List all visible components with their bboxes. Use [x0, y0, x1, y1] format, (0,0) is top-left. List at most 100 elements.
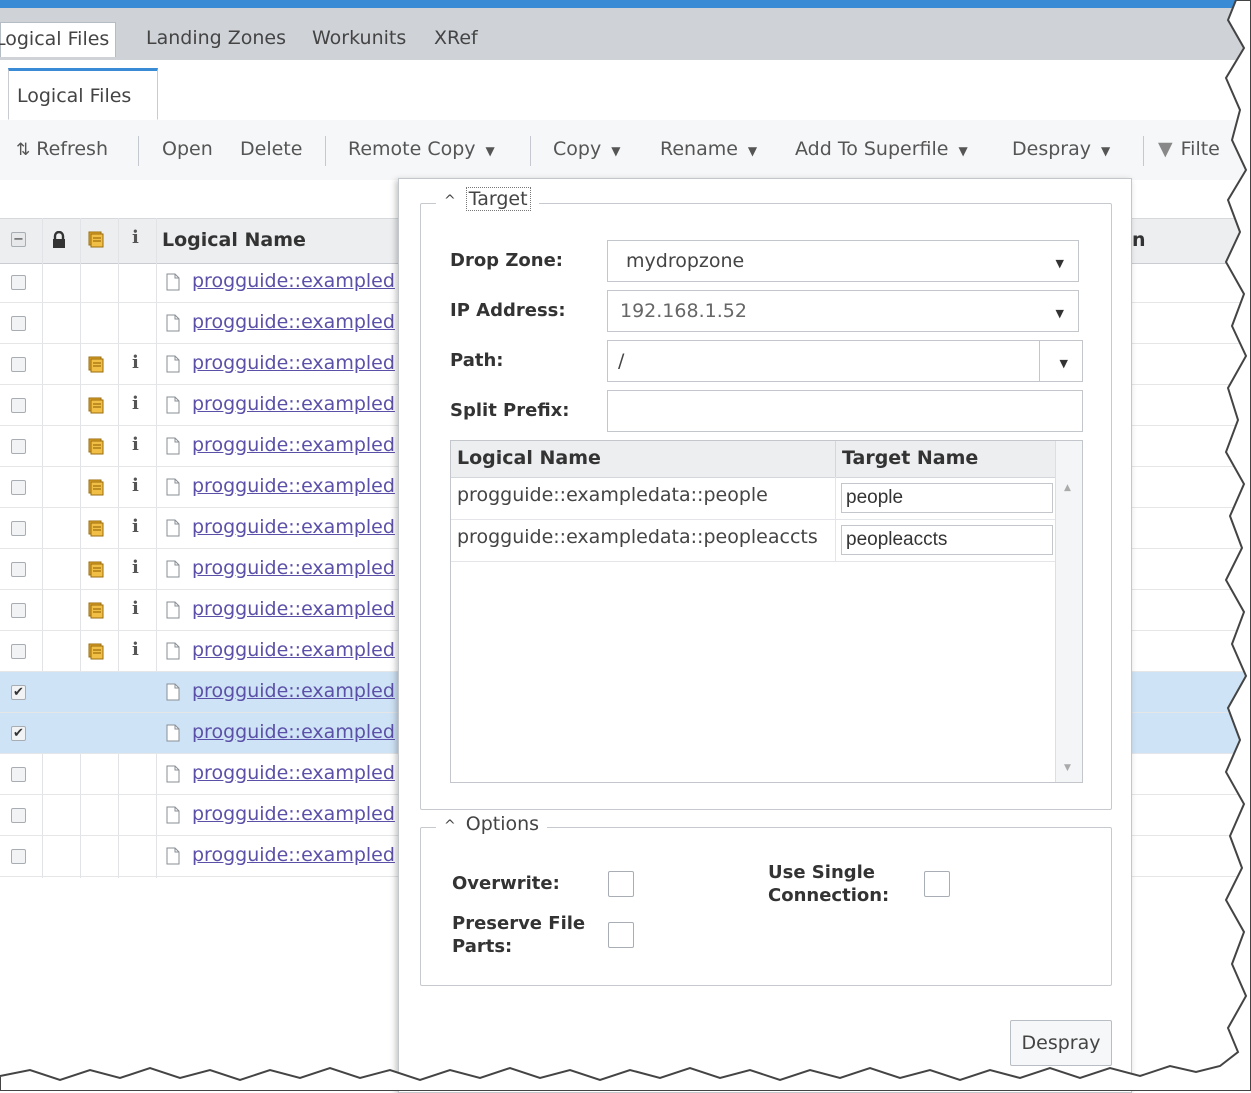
logical-file-link[interactable]: progguide::exampled: [192, 844, 395, 866]
info-icon[interactable]: i: [132, 393, 139, 414]
despray-button[interactable]: Despray: [1010, 1020, 1112, 1066]
rename-button[interactable]: Rename ▼: [660, 138, 757, 160]
row-checkbox[interactable]: [11, 603, 26, 618]
preserve-file-parts-checkbox[interactable]: [608, 922, 634, 948]
scroll-up-icon[interactable]: ▲: [1064, 483, 1071, 493]
chevron-down-icon: ▼: [958, 144, 968, 158]
logical-file-link[interactable]: progguide::exampled: [192, 721, 395, 743]
drop-zone-value: mydropzone: [626, 250, 745, 272]
row-checkbox[interactable]: ✔: [11, 726, 26, 741]
row-checkbox[interactable]: [11, 398, 26, 413]
overwrite-checkbox[interactable]: [608, 871, 634, 897]
column-header-logical-name[interactable]: Logical Name: [457, 447, 601, 469]
delete-button[interactable]: Delete: [240, 138, 302, 160]
lock-icon: [51, 230, 67, 249]
file-icon: [166, 601, 180, 619]
options-legend[interactable]: ^ Options: [436, 813, 548, 835]
tab-logical-files[interactable]: Logical Files: [0, 22, 117, 57]
stack-icon: [88, 519, 106, 537]
window-top-accent: [0, 0, 1251, 8]
row-checkbox[interactable]: [11, 808, 26, 823]
path-combo[interactable]: / ▼: [607, 340, 1083, 382]
target-name-input[interactable]: [841, 483, 1053, 513]
logical-file-link[interactable]: progguide::exampled: [192, 352, 395, 374]
info-icon[interactable]: i: [132, 598, 139, 619]
tab-label: Logical Files: [0, 28, 110, 50]
row-checkbox[interactable]: [11, 521, 26, 536]
logical-file-link[interactable]: progguide::exampled: [192, 270, 395, 292]
row-checkbox[interactable]: [11, 275, 26, 290]
select-all-checkbox[interactable]: −: [11, 232, 26, 247]
path-label: Path:: [450, 350, 504, 371]
info-icon[interactable]: i: [132, 475, 139, 496]
row-checkbox[interactable]: [11, 767, 26, 782]
column-header-target-name[interactable]: Target Name: [842, 447, 978, 469]
file-icon: [166, 519, 180, 537]
stack-header-icon: [88, 230, 106, 248]
split-prefix-input[interactable]: [607, 390, 1083, 432]
sub-tab-bar: Logical Files: [0, 60, 1251, 121]
add-to-superfile-label: Add To Superfile: [795, 138, 949, 160]
tab-workunits[interactable]: Workunits: [306, 22, 412, 54]
logical-file-link[interactable]: progguide::exampled: [192, 680, 395, 702]
chevron-up-icon: ^: [444, 818, 456, 834]
filter-button[interactable]: ▼ Filte: [1158, 138, 1220, 160]
ip-address-value: 192.168.1.52: [620, 300, 747, 322]
ip-address-label: IP Address:: [450, 300, 566, 321]
info-icon[interactable]: i: [132, 516, 139, 537]
logical-file-link[interactable]: progguide::exampled: [192, 475, 395, 497]
refresh-button[interactable]: ⇅ Refresh: [16, 138, 108, 160]
scroll-down-icon[interactable]: ▼: [1064, 763, 1071, 773]
logical-file-link[interactable]: progguide::exampled: [192, 516, 395, 538]
logical-name-cell: progguide::exampledata::people: [457, 484, 768, 506]
logical-file-link[interactable]: progguide::exampled: [192, 393, 395, 415]
row-checkbox[interactable]: [11, 439, 26, 454]
tab-landing-zones[interactable]: Landing Zones: [140, 22, 292, 54]
logical-file-link[interactable]: progguide::exampled: [192, 639, 395, 661]
refresh-label: Refresh: [36, 138, 109, 160]
info-icon[interactable]: i: [132, 434, 139, 455]
ip-address-select[interactable]: 192.168.1.52 ▼: [607, 290, 1079, 332]
subtab-logical-files[interactable]: Logical Files: [8, 68, 158, 120]
logical-file-link[interactable]: progguide::exampled: [192, 434, 395, 456]
target-files-table: Logical Name Target Name progguide::exam…: [450, 440, 1083, 783]
row-checkbox[interactable]: [11, 357, 26, 372]
row-checkbox[interactable]: [11, 849, 26, 864]
column-divider: [835, 519, 836, 561]
use-single-connection-checkbox[interactable]: [924, 871, 950, 897]
column-header-logical-name[interactable]: Logical Name: [162, 229, 306, 251]
row-checkbox[interactable]: [11, 562, 26, 577]
info-icon[interactable]: i: [132, 557, 139, 578]
info-icon[interactable]: i: [132, 639, 139, 660]
drop-zone-select[interactable]: mydropzone ▼: [607, 240, 1079, 282]
logical-file-link[interactable]: progguide::exampled: [192, 557, 395, 579]
file-icon: [166, 806, 180, 824]
remote-copy-button[interactable]: Remote Copy ▼: [348, 138, 495, 160]
toolbar-divider: [530, 136, 531, 166]
row-checkbox[interactable]: [11, 316, 26, 331]
tab-xref[interactable]: XRef: [428, 22, 484, 54]
info-header-icon: i: [132, 227, 139, 248]
table-scrollbar[interactable]: ▲ ▼: [1055, 441, 1082, 782]
info-icon[interactable]: i: [132, 352, 139, 373]
logical-file-link[interactable]: progguide::exampled: [192, 311, 395, 333]
toolbar-divider: [325, 136, 326, 166]
row-checkbox[interactable]: ✔: [11, 685, 26, 700]
row-checkbox[interactable]: [11, 480, 26, 495]
add-to-superfile-button[interactable]: Add To Superfile ▼: [795, 138, 968, 160]
open-button[interactable]: Open: [162, 138, 213, 160]
toolbar-divider: [1143, 136, 1144, 166]
copy-button[interactable]: Copy ▼: [553, 138, 620, 160]
logical-file-link[interactable]: progguide::exampled: [192, 803, 395, 825]
row-checkbox[interactable]: [11, 644, 26, 659]
logical-file-link[interactable]: progguide::exampled: [192, 762, 395, 784]
file-icon: [166, 765, 180, 783]
logical-file-link[interactable]: progguide::exampled: [192, 598, 395, 620]
target-legend[interactable]: ^ Target: [436, 187, 539, 211]
despray-menu-button[interactable]: Despray ▼: [1012, 138, 1110, 160]
column-header-clipped[interactable]: n: [1132, 229, 1146, 251]
table-row: progguide::exampledata::peopleaccts: [451, 519, 1056, 562]
file-icon: [166, 396, 180, 414]
chevron-down-icon: ▼: [1055, 307, 1064, 320]
target-name-input[interactable]: [841, 525, 1053, 555]
